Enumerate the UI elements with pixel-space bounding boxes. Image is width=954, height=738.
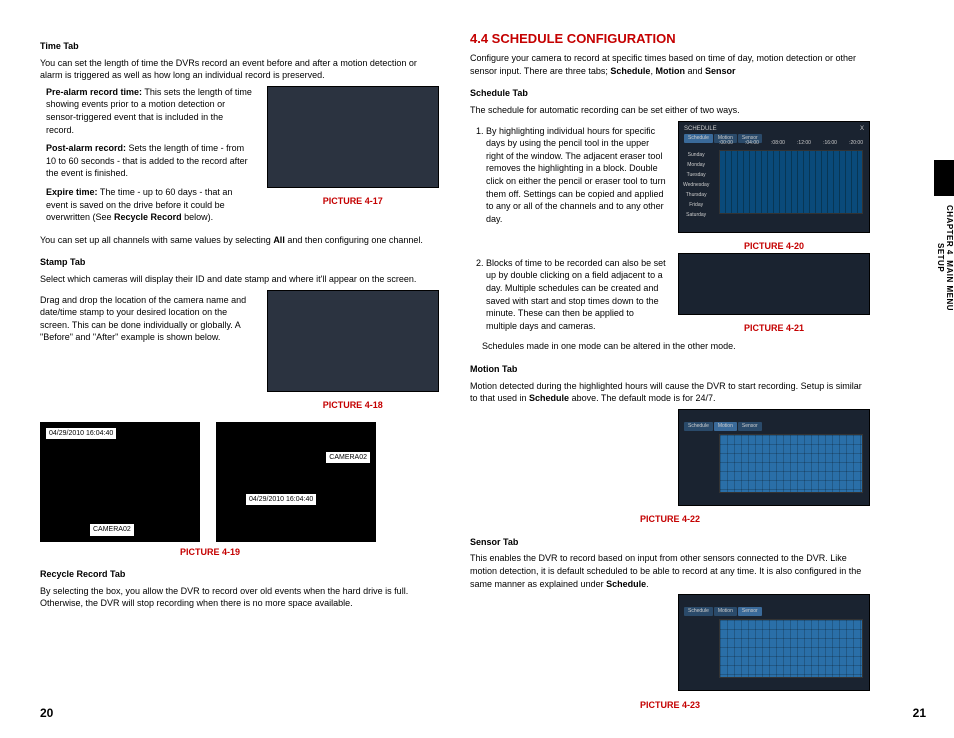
picture-4-20: SCHEDULE X Schedule Motion Sensor :00:00… <box>678 121 870 233</box>
pic19-caption: PICTURE 4-19 <box>40 546 380 559</box>
pic20-caption: PICTURE 4-20 <box>678 240 870 253</box>
section-4-4-title: 4.4 SCHEDULE CONFIGURATION <box>470 30 870 48</box>
page-number-left: 20 <box>40 706 53 720</box>
setup-all-p: You can set up all channels with same va… <box>40 234 440 247</box>
schedule-method-1: By highlighting individual hours for spe… <box>486 125 666 226</box>
time-tab-heading: Time Tab <box>40 40 440 53</box>
recycle-desc: By selecting the box, you allow the DVR … <box>40 585 440 610</box>
schedule-tab-heading: Schedule Tab <box>470 87 870 100</box>
time-tab-desc: You can set the length of time the DVRs … <box>40 57 440 82</box>
right-page: 4.4 SCHEDULE CONFIGURATION Configure you… <box>470 30 870 710</box>
schedule-method-2: Blocks of time to be recorded can also b… <box>486 257 666 333</box>
picture-4-21 <box>678 253 870 315</box>
schedule-tab-desc: The schedule for automatic recording can… <box>470 104 870 117</box>
schedule-note: Schedules made in one mode can be altere… <box>482 340 870 353</box>
pic17-caption: PICTURE 4-17 <box>265 195 440 208</box>
picture-4-18 <box>267 290 439 392</box>
pic18-caption: PICTURE 4-18 <box>265 399 440 412</box>
expire-item: Expire time: The time - up to 60 days - … <box>46 186 253 224</box>
after-stamp-example: CAMERA02 04/29/2010 16:04:40 <box>216 422 376 542</box>
picture-4-17 <box>267 86 439 188</box>
pic21-caption: PICTURE 4-21 <box>678 322 870 335</box>
pic23-caption: PICTURE 4-23 <box>470 699 870 712</box>
sensor-desc: This enables the DVR to record based on … <box>470 552 870 590</box>
before-stamp-example: 04/29/2010 16:04:40 CAMERA02 <box>40 422 200 542</box>
picture-4-23: Schedule Motion Sensor <box>678 594 870 691</box>
close-icon: X <box>860 125 864 133</box>
pre-alarm-item: Pre-alarm record time: This sets the len… <box>46 86 253 136</box>
motion-desc: Motion detected during the highlighted h… <box>470 380 870 405</box>
chapter-side-tab: CHAPTER 4 MAIN MENU SETUP <box>934 160 954 280</box>
left-page: Time Tab You can set the length of time … <box>40 30 440 710</box>
pic22-caption: PICTURE 4-22 <box>470 513 870 526</box>
picture-4-22: Schedule Motion Sensor <box>678 409 870 506</box>
drag-desc: Drag and drop the location of the camera… <box>40 294 253 344</box>
motion-tab-heading: Motion Tab <box>470 363 870 376</box>
post-alarm-item: Post-alarm record: Sets the length of ti… <box>46 142 253 180</box>
stamp-heading: Stamp Tab <box>40 256 440 269</box>
page-number-right: 21 <box>913 706 926 720</box>
recycle-heading: Recycle Record Tab <box>40 568 440 581</box>
stamp-desc: Select which cameras will display their … <box>40 273 440 286</box>
schedule-intro: Configure your camera to record at speci… <box>470 52 870 77</box>
sensor-tab-heading: Sensor Tab <box>470 536 870 549</box>
